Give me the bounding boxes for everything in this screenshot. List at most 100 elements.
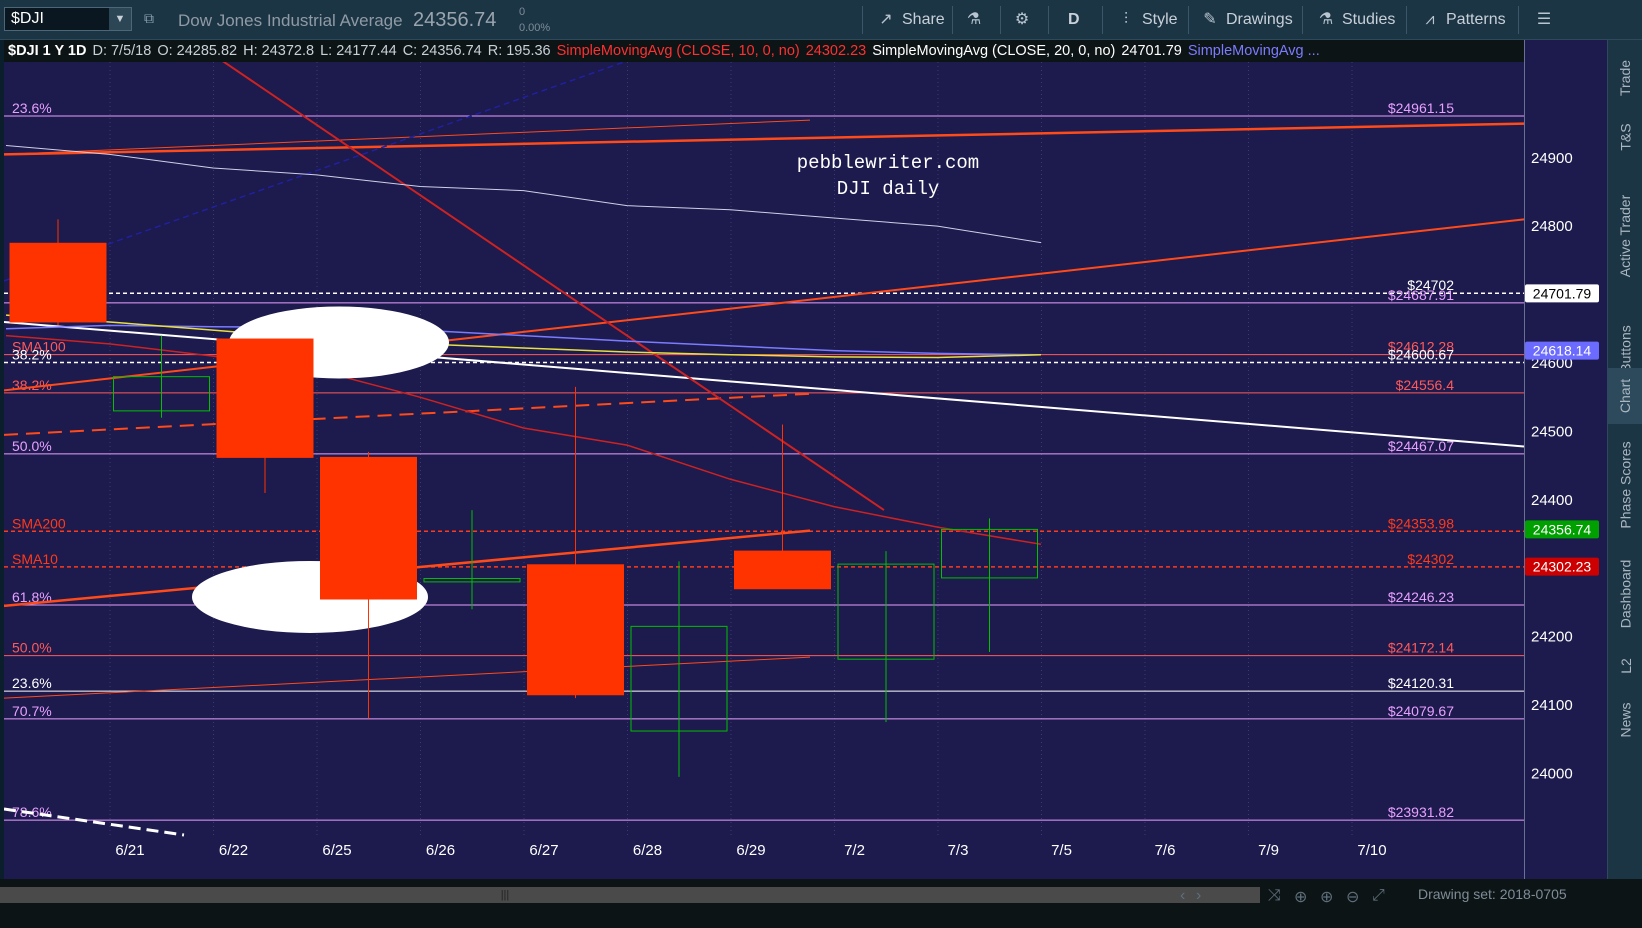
x-tick-label: 6/22 [219,842,248,859]
sidebar-tab-phase-scores[interactable]: Phase Scores [1608,430,1642,540]
crosshair-icon[interactable]: ⊕ [1294,887,1307,907]
studies-label: Studies [1342,11,1396,28]
trend-line [213,54,885,511]
bar-close: C: 24356.74 [402,43,482,59]
level-label: 70.7% [12,703,52,719]
level-label: 38.2% [12,347,52,363]
level-value: $23931.82 [1388,804,1454,820]
level-label: 23.6% [12,100,52,116]
top-toolbar: $DJI ▼ ⧉ Dow Jones Industrial Average 243… [0,0,1642,40]
patterns-button[interactable]: ⩘ Patterns [1420,0,1505,40]
bottom-bar: ||| ‹ › ⤨ ⊕ ⊕ ⊖ ⤢ Drawing set: 2018-0705 [0,879,1642,928]
scrollbar-thumb[interactable]: ||| [498,887,512,903]
price-change: 0 0.00% [519,4,550,36]
bar-low: L: 24177.44 [320,43,397,59]
level-value: $24079.67 [1388,703,1454,719]
studies-button[interactable]: ⚗ Studies [1316,0,1396,40]
level-label: SMA10 [12,551,58,567]
gear-icon: ⚙ [1014,11,1030,28]
sma10-value: 24302.23 [805,43,867,59]
level-value: $24687.91 [1388,287,1454,303]
x-tick-label: 6/28 [633,842,662,859]
y-tick-label: 24400 [1531,492,1573,509]
x-tick-label: 7/6 [1155,842,1176,859]
drawings-label: Drawings [1226,11,1293,28]
zoom-out-icon[interactable]: ⊖ [1346,887,1359,907]
pct-change: 0.00% [519,22,551,34]
y-tick-label: 24100 [1531,697,1573,714]
price-tag-label: 24356.74 [1533,521,1592,537]
scroll-left-icon[interactable]: ‹ [1180,887,1185,905]
time-scrollbar[interactable]: ||| [0,887,1260,903]
style-icon: ⫶ [1123,11,1128,28]
y-tick-label: 24200 [1531,629,1573,646]
sma3-label[interactable]: SimpleMovingAvg ... [1188,43,1320,59]
style-button[interactable]: ⫶ Style [1116,0,1178,40]
sidebar-tab-news[interactable]: News [1608,692,1642,748]
price-tag-label: 24618.14 [1533,343,1592,359]
share-label: Share [902,11,945,28]
link-icon[interactable]: ⧉ [144,10,154,27]
candle-body [9,242,107,323]
symbol-description: Dow Jones Industrial Average [178,11,403,30]
x-tick-label: 6/29 [736,842,765,859]
candle-body [216,338,314,458]
level-value: $24120.31 [1388,675,1454,691]
fit-icon[interactable]: ⤢ [1372,887,1385,905]
level-value: $24600.67 [1388,347,1454,363]
sidebar-tab-dashboard[interactable]: Dashboard [1608,546,1642,642]
settings-button[interactable]: ⚙ [1012,0,1038,40]
share-icon: ↗ [879,11,893,28]
candle-body [527,564,624,696]
period-button[interactable]: D [1068,0,1080,40]
x-tick-label: 7/5 [1051,842,1072,859]
y-tick-label: 24900 [1531,150,1573,167]
drawings-button[interactable]: ✎ Drawings [1200,0,1293,40]
sidebar-label: News [1617,702,1634,738]
sma20-value: 24701.79 [1121,43,1182,59]
menu-button[interactable]: ☰ [1534,0,1560,40]
trend-line [3,119,811,155]
x-tick-label: 7/2 [844,842,865,859]
y-tick-label: 24800 [1531,218,1573,235]
sidebar-label: Phase Scores [1617,441,1634,529]
last-price: 24356.74 [413,9,497,31]
sidebar-tab-ts[interactable]: T&S [1608,112,1642,162]
scroll-right-icon[interactable]: › [1196,887,1201,905]
bar-open: O: 24285.82 [157,43,238,59]
sidebar-tab-trade[interactable]: Trade [1608,48,1642,108]
sidebar-label: T&S [1617,123,1634,151]
sidebar-tab-l2[interactable]: L2 [1608,646,1642,686]
candle-body [734,550,831,590]
hand-icon[interactable]: ⤨ [1268,887,1281,905]
sidebar-label: Buttons [1617,325,1634,373]
level-value: $24961.15 [1388,100,1454,116]
symbol-dropdown-icon[interactable]: ▼ [109,8,131,30]
price-axis[interactable]: 2400024100242002430024400245002460024700… [1524,40,1607,879]
x-tick-label: 7/3 [948,842,969,859]
flask-icon: ⚗ [966,11,982,28]
trend-line [3,122,1525,156]
level-value: $24556.4 [1396,377,1455,393]
price-chart[interactable]: 23.6%$24961.15$2470238.2%$24687.91SMA100… [3,40,1525,879]
x-tick-label: 6/27 [529,842,558,859]
sma20-label[interactable]: SimpleMovingAvg (CLOSE, 20, 0, no) [872,43,1115,59]
x-tick-label: 6/26 [426,842,455,859]
sidebar-tab-chart[interactable]: Chart [1608,368,1642,424]
sidebar-label: Trade [1617,59,1634,97]
menu-icon: ☰ [1536,11,1552,28]
sma10-label[interactable]: SimpleMovingAvg (CLOSE, 10, 0, no) [557,43,800,59]
sidebar-tab-active-trader[interactable]: Active Trader [1608,166,1642,306]
symbol-input[interactable]: $DJI ▼ [4,7,132,31]
watermark-line2: DJI daily [837,178,940,200]
sidebar-label: L2 [1617,658,1634,674]
watermark-line1: pebblewriter.com [797,152,979,174]
flask-button[interactable]: ⚗ [964,0,990,40]
share-button[interactable]: ↗ Share [876,0,945,40]
studies-icon: ⚗ [1318,11,1334,28]
zoom-in-icon[interactable]: ⊕ [1320,887,1333,907]
chart-area[interactable]: 23.6%$24961.15$2470238.2%$24687.91SMA100… [3,40,1525,879]
x-tick-label: 6/25 [322,842,351,859]
drawing-set-label[interactable]: Drawing set: 2018-0705 [1418,886,1567,902]
trend-line [3,392,811,436]
